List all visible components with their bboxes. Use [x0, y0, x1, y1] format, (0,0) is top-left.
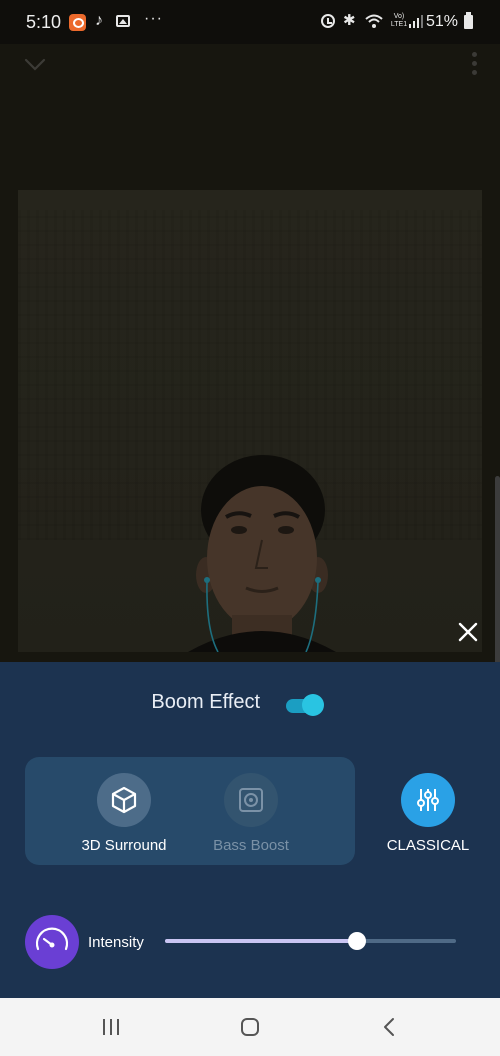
speaker-icon: [239, 788, 263, 812]
lte-label-top: Vo): [393, 13, 405, 20]
album-art-illustration: [188, 455, 336, 652]
slider-handle[interactable]: [348, 932, 367, 950]
boom-effect-label: Boom Effect: [151, 691, 260, 713]
intensity-label: Intensity: [88, 934, 144, 951]
bass-boost-button[interactable]: Bass Boost: [191, 773, 311, 854]
music-note-icon: ♪: [95, 12, 103, 29]
bass-boost-label: Bass Boost: [213, 837, 289, 854]
gauge-icon: [35, 927, 69, 951]
equalizer-icon: [417, 789, 439, 811]
lte-label-bottom: LTE1: [390, 21, 408, 28]
intensity-knob[interactable]: [25, 915, 79, 969]
wifi-icon: [365, 14, 383, 28]
back-icon[interactable]: [382, 1017, 396, 1037]
cube-icon: [111, 786, 137, 814]
alarm-icon: [321, 14, 335, 28]
app-notification-icon: [69, 14, 86, 31]
lte-indicator: Vo) LTE1: [388, 13, 410, 29]
3d-surround-circle: [97, 773, 151, 827]
album-art: [18, 190, 482, 652]
3d-surround-label: 3D Surround: [81, 837, 167, 854]
navigation-bar: [0, 998, 500, 1056]
image-icon: [116, 15, 130, 27]
music-player-screen: 5:10 ♪ ··· ✱ Vo) LTE1 51% Boom Effect 3D…: [0, 0, 500, 1056]
3d-surround-button[interactable]: 3D Surround: [64, 773, 184, 854]
bluetooth-icon: ✱: [343, 12, 356, 29]
side-scroll-handle[interactable]: [495, 476, 500, 682]
status-time: 5:10: [26, 12, 62, 32]
slider-fill: [165, 939, 358, 943]
equalizer-circle: [401, 773, 455, 827]
boom-effect-label-wrap: Boom Effect: [0, 691, 260, 714]
equalizer-preset-button[interactable]: CLASSICAL: [368, 773, 488, 854]
chevron-down-icon[interactable]: [24, 58, 46, 72]
boom-effect-toggle[interactable]: [286, 694, 324, 716]
bass-boost-circle: [224, 773, 278, 827]
more-dots-icon: ···: [144, 10, 163, 27]
recent-apps-icon[interactable]: [101, 1018, 121, 1036]
overflow-menu-icon[interactable]: [470, 52, 478, 80]
close-icon[interactable]: [456, 620, 480, 644]
battery-icon: [464, 12, 473, 29]
battery-percent: 51%: [426, 13, 459, 30]
toggle-thumb: [302, 694, 324, 716]
intensity-slider[interactable]: [165, 930, 456, 952]
home-icon[interactable]: [240, 1017, 260, 1037]
equalizer-preset-label: CLASSICAL: [386, 837, 470, 854]
signal-icon: [409, 15, 423, 28]
status-bar: 5:10 ♪ ··· ✱ Vo) LTE1 51%: [0, 0, 500, 44]
